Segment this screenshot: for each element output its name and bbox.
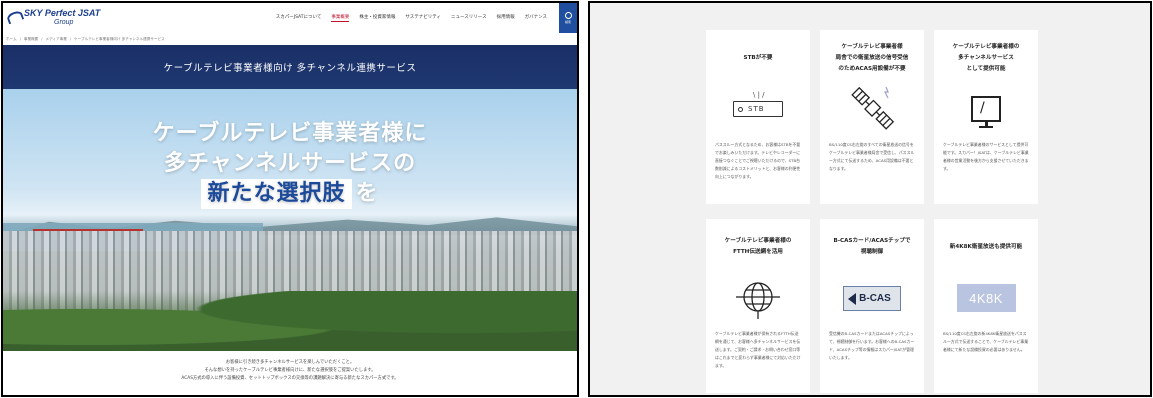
card-description: BS/110度CS右左旋の新4K8K衛星放送をパススルー方式で伝送することで、ケ… <box>943 331 1029 352</box>
card-title: ケーブルテレビ事業者様の FTTH伝送網を活用 <box>724 238 792 255</box>
logo-line2: Group <box>54 19 74 26</box>
nav-item-sustainability[interactable]: サステナビリティ <box>405 14 441 22</box>
set-top-box-icon: \ | / STB <box>706 82 810 136</box>
left-screenshot: SKY Perfect JSAT Group スカパーJSATについて 事業概要… <box>1 1 579 397</box>
intro-text: お客様に引き続き多チャンネルサービスを楽しんでいただくこと。 そんな想いを持った… <box>3 351 577 383</box>
hero-line2: 多チャンネルサービスの <box>163 151 417 176</box>
feature-card-acas: ケーブルテレビ事業者様 局舎での衛星放送の信号受信 のためACAS用設備が不要 <box>820 30 924 204</box>
feature-card-service: ケーブルテレビ事業者様の 多チャンネルサービス として提供可能 / ケーブルテレ… <box>934 30 1038 204</box>
satellite-icon <box>820 82 924 136</box>
card-description: BS/110度CS右左旋のすべての衛星放送の信号をケーブルテレビ事業者様局舎で受… <box>829 142 915 171</box>
hero-suffix: を <box>355 181 379 206</box>
breadcrumb-item[interactable]: ホーム <box>6 37 17 42</box>
monitor-icon: / <box>934 82 1038 136</box>
nav-item-business[interactable]: 事業概要 <box>331 14 350 22</box>
feature-grid: STBが不要 \ | / STB パススルー方式となるため、お客様はSTBを不要… <box>706 30 1038 393</box>
card-description: パススルー方式となるため、お客様はSTBを不要でお楽しみいただけます。テレビやレ… <box>715 142 801 179</box>
nav-item-about[interactable]: スカパーJSATについて <box>276 14 322 22</box>
4k8k-badge-icon: 4K8K <box>934 271 1038 325</box>
card-title: ケーブルテレビ事業者様 局舎での衛星放送の信号受信 のためACAS用設備が不要 <box>835 43 909 72</box>
stb-label: STB <box>748 105 765 113</box>
b-cas-label: B-CAS <box>859 292 891 304</box>
hero-copy: ケーブルテレビ事業者様に 多チャンネルサービスの 新たな選択肢を <box>3 119 577 209</box>
feature-card-stb: STBが不要 \ | / STB パススルー方式となるため、お客様はSTBを不要… <box>706 30 810 204</box>
site-header: SKY Perfect JSAT Group スカパーJSATについて 事業概要… <box>3 3 577 33</box>
card-description: 受信機のB-CASカードまたはACASチップによって、視聴制御を行います。お客様… <box>829 331 915 360</box>
global-nav: スカパーJSATについて 事業概要 株主・投資家情報 サステナビリティ ニュース… <box>276 14 547 22</box>
card-description: ケーブルテレビ事業者様が保有されるFTTH伝送網を通じて、お客様へ多チャンネルサ… <box>715 331 801 368</box>
card-title: ケーブルテレビ事業者様の 多チャンネルサービス として提供可能 <box>952 43 1020 72</box>
intro-line: そんな想いを持ったケーブルテレビ事業者様向けに、新たな選択肢をご提案いたします。 <box>204 368 376 373</box>
feature-card-4k8k: 新4K8K衛星放送も提供可能 4K8K BS/110度CS右左旋の新4K8K衛星… <box>934 219 1038 393</box>
feature-card-bcas: B-CASカード/ACASチップで 視聴制御 B-CAS 受信機のB-CASカー… <box>820 219 924 393</box>
card-description: ケーブルテレビ事業者様のサービスとして提供可能です。スカパー！JSATは、ケーブ… <box>943 142 1029 171</box>
nav-item-ir[interactable]: 株主・投資家情報 <box>359 14 395 22</box>
logo-text: SKY Perfect JSAT Group <box>24 9 100 27</box>
right-screenshot: STBが不要 \ | / STB パススルー方式となるため、お客様はSTBを不要… <box>588 1 1152 397</box>
logo-line1: SKY Perfect JSAT <box>24 8 101 18</box>
page-title-band: ケーブルテレビ事業者様向け 多チャンネル連携サービス <box>3 45 577 89</box>
intro-line: お客様に引き続き多チャンネルサービスを楽しんでいただくこと。 <box>225 360 355 365</box>
logo-arc-icon <box>7 9 21 23</box>
breadcrumb-item[interactable]: 事業概要 <box>24 37 38 42</box>
card-title: 新4K8K衛星放送も提供可能 <box>949 243 1023 250</box>
search-button[interactable]: 検索 <box>559 3 577 33</box>
hero-image: ケーブルテレビ事業者様に 多チャンネルサービスの 新たな選択肢を <box>3 89 577 351</box>
nav-item-recruit[interactable]: 採用情報 <box>497 14 515 22</box>
b-cas-card-icon: B-CAS <box>820 271 924 325</box>
logo[interactable]: SKY Perfect JSAT Group <box>7 9 100 27</box>
hero-highlight: 新たな選択肢 <box>201 179 352 209</box>
breadcrumb-item[interactable]: メディア事業 <box>46 37 67 42</box>
intro-line: ACAS方式の導入に伴う設備投資、セットトップボックスの交換等の課題解決に寄与る… <box>181 376 399 381</box>
4k8k-label: 4K8K <box>969 290 1003 306</box>
breadcrumb-current: ケーブルテレビ事業者様向け 多チャンネル連携サービス <box>74 36 165 41</box>
hero-trees <box>3 291 577 351</box>
hero-line1: ケーブルテレビ事業者様に <box>152 121 428 146</box>
nav-item-governance[interactable]: ガバナンス <box>525 14 547 22</box>
search-icon <box>564 12 572 19</box>
card-title: STBが不要 <box>743 54 773 61</box>
breadcrumb: ホーム / 事業概要 / メディア事業 / ケーブルテレビ事業者様向け 多チャンネル連… <box>6 36 165 42</box>
card-title: B-CASカード/ACASチップで 視聴制御 <box>833 238 911 255</box>
page-title: ケーブルテレビ事業者様向け 多チャンネル連携サービス <box>163 63 417 74</box>
hero-line3: 新たな選択肢を <box>3 179 577 209</box>
stage: SKY Perfect JSAT Group スカパーJSATについて 事業概要… <box>0 0 1153 398</box>
nav-item-news[interactable]: ニュースリリース <box>451 14 487 22</box>
globe-network-icon <box>706 271 810 325</box>
search-label: 検索 <box>564 20 571 24</box>
feature-card-ftth: ケーブルテレビ事業者様の FTTH伝送網を活用 ケーブルテレビ事業者様が保有され… <box>706 219 810 393</box>
